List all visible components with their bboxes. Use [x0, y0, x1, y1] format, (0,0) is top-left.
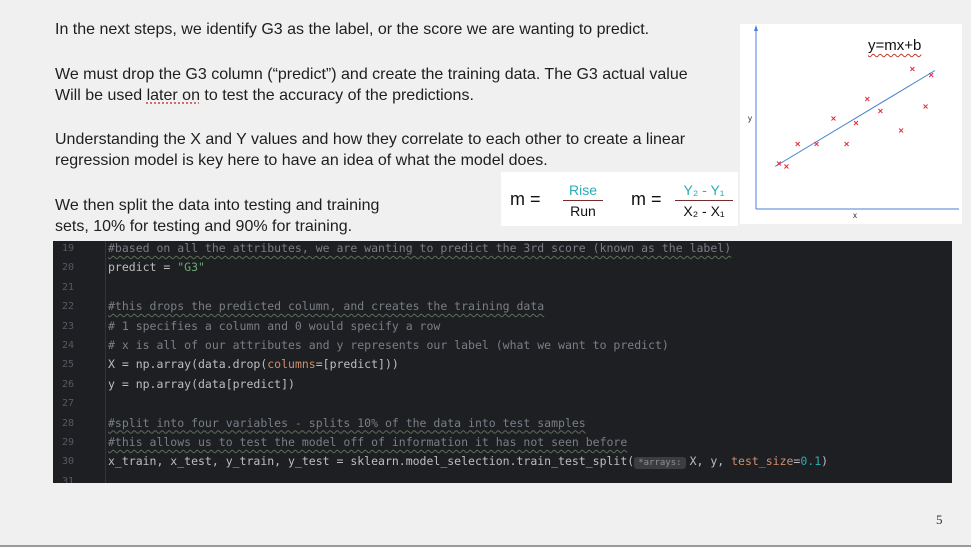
line-number: 29	[61, 437, 74, 448]
rise-label: Rise	[568, 182, 597, 198]
drop-column-line-2c: to test the accuracy of the predictions.	[199, 87, 474, 104]
code-text: X = np.array(data.drop(columns=[predict]…	[108, 355, 399, 374]
code-line: 27	[53, 394, 952, 413]
line-number: 28	[61, 417, 74, 429]
fraction-bar	[563, 200, 603, 201]
intro-text: In the next steps, we identify G3 as the…	[55, 21, 650, 38]
code-text: #based on all the attributes, we are wan…	[108, 241, 731, 258]
drop-column-line-2a: Will be used	[55, 87, 147, 104]
code-token: # 1 specifies a column and 0 would speci…	[108, 318, 441, 333]
split-line-1: We then split the data into testing and …	[55, 197, 380, 214]
code-text: # x is all of our attributes and y repre…	[108, 336, 669, 355]
line-number: 23	[61, 320, 74, 332]
line-number: 24	[61, 340, 74, 351]
code-line: 25 X = np.array(data.drop(columns=[predic…	[53, 355, 952, 374]
spellcheck-word: later on	[146, 87, 200, 104]
regression-chart: y=mx+b y x	[740, 24, 962, 224]
code-line: 20 predict = "G3"	[53, 258, 952, 277]
code-token: "G3"	[177, 260, 205, 275]
code-text: #split into four variables - splits 10% …	[108, 414, 586, 433]
code-token: x_train, x_test, y_train, y_test = sklea…	[108, 454, 635, 469]
code-line: 31	[53, 472, 952, 483]
code-token: y = np.array(data[predict])	[108, 376, 295, 391]
rise-over-run: Rise Run	[563, 181, 603, 220]
scatter-point	[814, 141, 819, 147]
code-token: # x is all of our attributes and y repre…	[108, 338, 669, 352]
line-number: 22	[61, 301, 74, 313]
code-line: 26 y = np.array(data[predict])	[53, 375, 952, 394]
code-token: 0.1	[800, 454, 822, 469]
scatter-point	[928, 72, 934, 78]
scatter-point	[784, 164, 789, 169]
code-token: #this drops the predicted column, and cr…	[108, 299, 545, 314]
code-token: predict =	[108, 260, 178, 275]
code-token: )	[821, 454, 829, 469]
code-text: x_train, x_test, y_train, y_test = sklea…	[108, 452, 828, 473]
code-line: 22 #this drops the predicted column, and …	[53, 297, 952, 316]
code-text: predict = "G3"	[108, 258, 205, 277]
scatter-point	[910, 66, 915, 72]
code-text: # 1 specifies a column and 0 would speci…	[108, 317, 440, 336]
line-number: 27	[61, 398, 74, 410]
code-line: 21	[53, 278, 952, 297]
line-number: 25	[61, 359, 74, 371]
formula-delta-lhs: m =	[631, 189, 662, 209]
run-label: Run	[570, 203, 596, 219]
intro-paragraph: In the next steps, we identify G3 as the…	[55, 19, 649, 40]
y-axis-label: y	[748, 114, 752, 123]
code-editor-screenshot: 19 #based on all the attributes, we are w…	[53, 241, 952, 483]
code-line: 19 #based on all the attributes, we are w…	[53, 241, 952, 258]
code-line: 23 # 1 specifies a column and 0 would spe…	[53, 317, 952, 336]
scatter-point	[853, 120, 859, 126]
line-number: 31	[61, 475, 74, 483]
slide: In the next steps, we identify G3 as the…	[0, 0, 971, 547]
slope-formulas: m = Rise Run m = Y₂ - Y₁ X₂ - X₁	[501, 172, 738, 226]
scatter-point	[795, 141, 801, 147]
scatter-point	[878, 108, 883, 114]
scatter-point	[864, 96, 870, 102]
split-line-2: sets, 10% for testing and 90% for traini…	[55, 218, 353, 235]
code-line: 24 # x is all of our attributes and y rep…	[53, 336, 952, 355]
scatter-point	[898, 128, 904, 133]
code-text: y = np.array(data[predict])	[108, 375, 295, 394]
code-token: test_size	[731, 454, 794, 469]
chart-svg: y x	[748, 25, 959, 220]
scatter-point	[831, 116, 836, 121]
x-axis-label: x	[853, 211, 857, 220]
xy-line-1: Understanding the X and Y values and how…	[55, 131, 686, 148]
regression-line	[774, 70, 936, 167]
drop-column-line-1: We must drop the G3 column (“predict”) a…	[55, 66, 688, 83]
code-token: =[predict]))	[315, 357, 399, 372]
drop-column-paragraph: We must drop the G3 column (“predict”) a…	[55, 64, 688, 106]
y-axis-arrow	[754, 25, 758, 31]
delta-y-label: Y₂ - Y₁	[683, 182, 725, 198]
code-token: #this allows us to test the model off of…	[108, 435, 628, 449]
code-line: 30 x_train, x_test, y_train, y_test = skl…	[53, 452, 952, 471]
code-text: #this allows us to test the model off of…	[108, 433, 627, 452]
code-token: X, y,	[689, 454, 732, 469]
delta-y-over-delta-x: Y₂ - Y₁ X₂ - X₁	[675, 181, 733, 220]
fraction-bar	[675, 200, 733, 201]
code-line: 29 #this allows us to test the model off …	[53, 433, 952, 452]
xy-line-2: regression model is key here to have an …	[55, 152, 548, 169]
code-token: #split into four variables - splits 10% …	[108, 415, 586, 430]
line-number: 19	[61, 243, 74, 254]
line-number: 20	[61, 262, 74, 274]
scatter-point	[923, 104, 928, 109]
code-text: #this drops the predicted column, and cr…	[108, 297, 544, 316]
page-number: 5	[936, 512, 943, 527]
code-token: columns	[267, 357, 316, 372]
delta-x-label: X₂ - X₁	[683, 203, 725, 219]
line-number: 26	[61, 378, 74, 390]
line-number: 30	[61, 456, 74, 468]
code-line: 28 #split into four variables - splits 10…	[53, 414, 952, 433]
line-number: 21	[61, 281, 74, 293]
code-token: #based on all the attributes, we are wan…	[108, 241, 732, 255]
split-paragraph: We then split the data into testing and …	[55, 195, 379, 237]
formula-rise-run-lhs: m =	[510, 189, 541, 209]
xy-paragraph: Understanding the X and Y values and how…	[55, 129, 685, 171]
scatter-point	[844, 141, 849, 147]
parameter-hint: *arrays:	[634, 457, 686, 470]
code-token: X = np.array(data.drop(	[108, 357, 268, 372]
